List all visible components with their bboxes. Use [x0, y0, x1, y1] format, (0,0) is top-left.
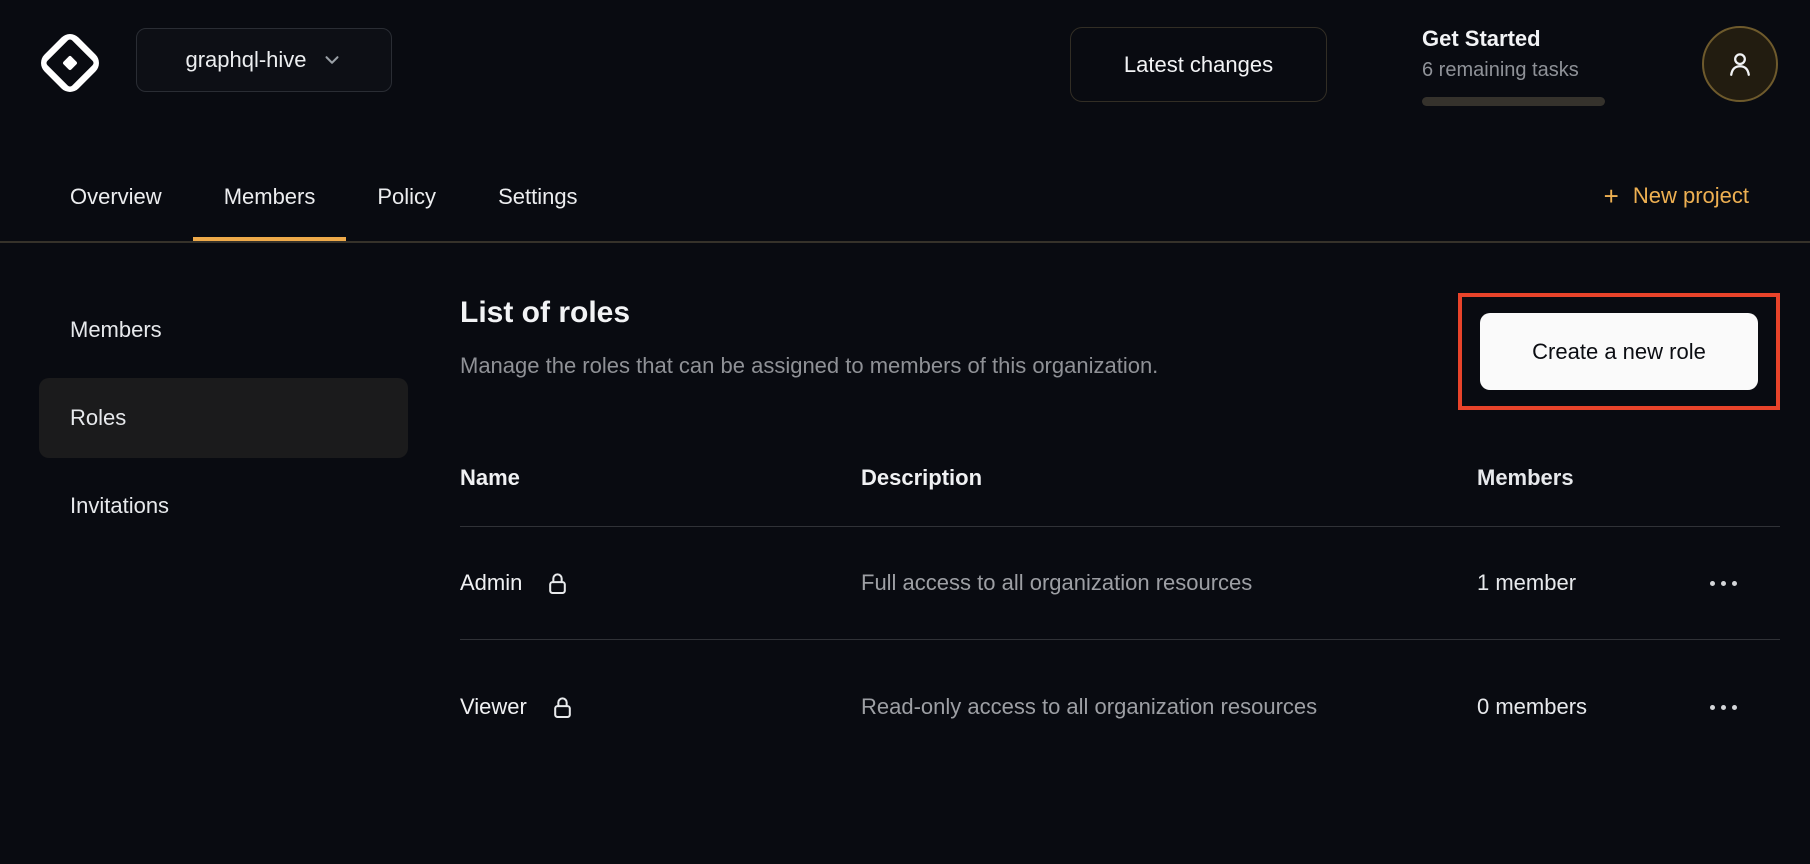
role-members-cell: 0 members	[1477, 694, 1710, 720]
org-name: graphql-hive	[185, 47, 306, 73]
lock-icon	[544, 570, 571, 597]
new-project-label: New project	[1633, 183, 1749, 209]
ellipsis-icon	[1710, 581, 1715, 586]
chevron-down-icon	[321, 49, 343, 71]
row-menu-button[interactable]	[1710, 575, 1737, 592]
org-switcher[interactable]: graphql-hive	[136, 28, 392, 92]
roles-table: Name Description Members Admin	[460, 430, 1780, 774]
avatar[interactable]	[1702, 26, 1778, 102]
get-started-subtitle: 6 remaining tasks	[1422, 59, 1622, 82]
tab-overview[interactable]: Overview	[39, 157, 193, 241]
roles-header: List of roles Manage the roles that can …	[460, 293, 1780, 410]
role-description-cell: Read-only access to all organization res…	[861, 690, 1477, 724]
topbar: graphql-hive Latest changes Get Started …	[0, 0, 1810, 120]
user-icon	[1723, 47, 1757, 81]
tab-policy[interactable]: Policy	[346, 157, 467, 241]
role-description-cell: Full access to all organization resource…	[861, 566, 1477, 600]
column-header-members: Members	[1477, 465, 1710, 491]
role-name: Viewer	[460, 694, 527, 720]
sidebar-item-roles[interactable]: Roles	[39, 378, 408, 458]
role-members-cell: 1 member	[1477, 570, 1710, 596]
tab-settings[interactable]: Settings	[467, 157, 609, 241]
roles-header-text: List of roles Manage the roles that can …	[460, 293, 1158, 381]
table-row-admin: Admin Full access to all organization re…	[460, 527, 1780, 640]
role-actions-cell	[1710, 699, 1780, 716]
get-started-widget[interactable]: Get Started 6 remaining tasks	[1422, 26, 1622, 106]
table-header-row: Name Description Members	[460, 430, 1780, 527]
column-header-description: Description	[861, 461, 1477, 495]
get-started-title: Get Started	[1422, 26, 1622, 52]
role-actions-cell	[1710, 575, 1780, 592]
sidebar-item-members[interactable]: Members	[39, 290, 408, 370]
table-row-viewer: Viewer Read-only access to all organizat…	[460, 640, 1780, 774]
app-root: graphql-hive Latest changes Get Started …	[0, 0, 1810, 864]
roles-panel: List of roles Manage the roles that can …	[460, 243, 1780, 864]
tab-members[interactable]: Members	[193, 157, 347, 241]
role-name: Admin	[460, 570, 522, 596]
tab-navigation: Overview Members Policy Settings + New p…	[0, 120, 1810, 243]
hive-logo[interactable]	[35, 28, 105, 98]
row-menu-button[interactable]	[1710, 699, 1737, 716]
role-name-cell: Viewer	[460, 694, 861, 721]
ellipsis-icon	[1710, 705, 1715, 710]
sidebar-item-invitations[interactable]: Invitations	[39, 466, 408, 546]
create-new-role-button[interactable]: Create a new role	[1480, 313, 1758, 390]
latest-changes-button[interactable]: Latest changes	[1070, 27, 1327, 102]
column-header-name: Name	[460, 465, 861, 491]
page-title: List of roles	[460, 293, 1158, 333]
members-sidebar: Members Roles Invitations	[39, 243, 408, 864]
lock-icon	[549, 694, 576, 721]
annotation-highlight: Create a new role	[1458, 293, 1780, 410]
page-body: Members Roles Invitations List of roles …	[0, 243, 1810, 864]
plus-icon: +	[1604, 183, 1619, 209]
role-name-cell: Admin	[460, 570, 861, 597]
page-subtitle: Manage the roles that can be assigned to…	[460, 351, 1158, 381]
new-project-button[interactable]: + New project	[1604, 183, 1749, 209]
progress-bar	[1422, 97, 1605, 106]
